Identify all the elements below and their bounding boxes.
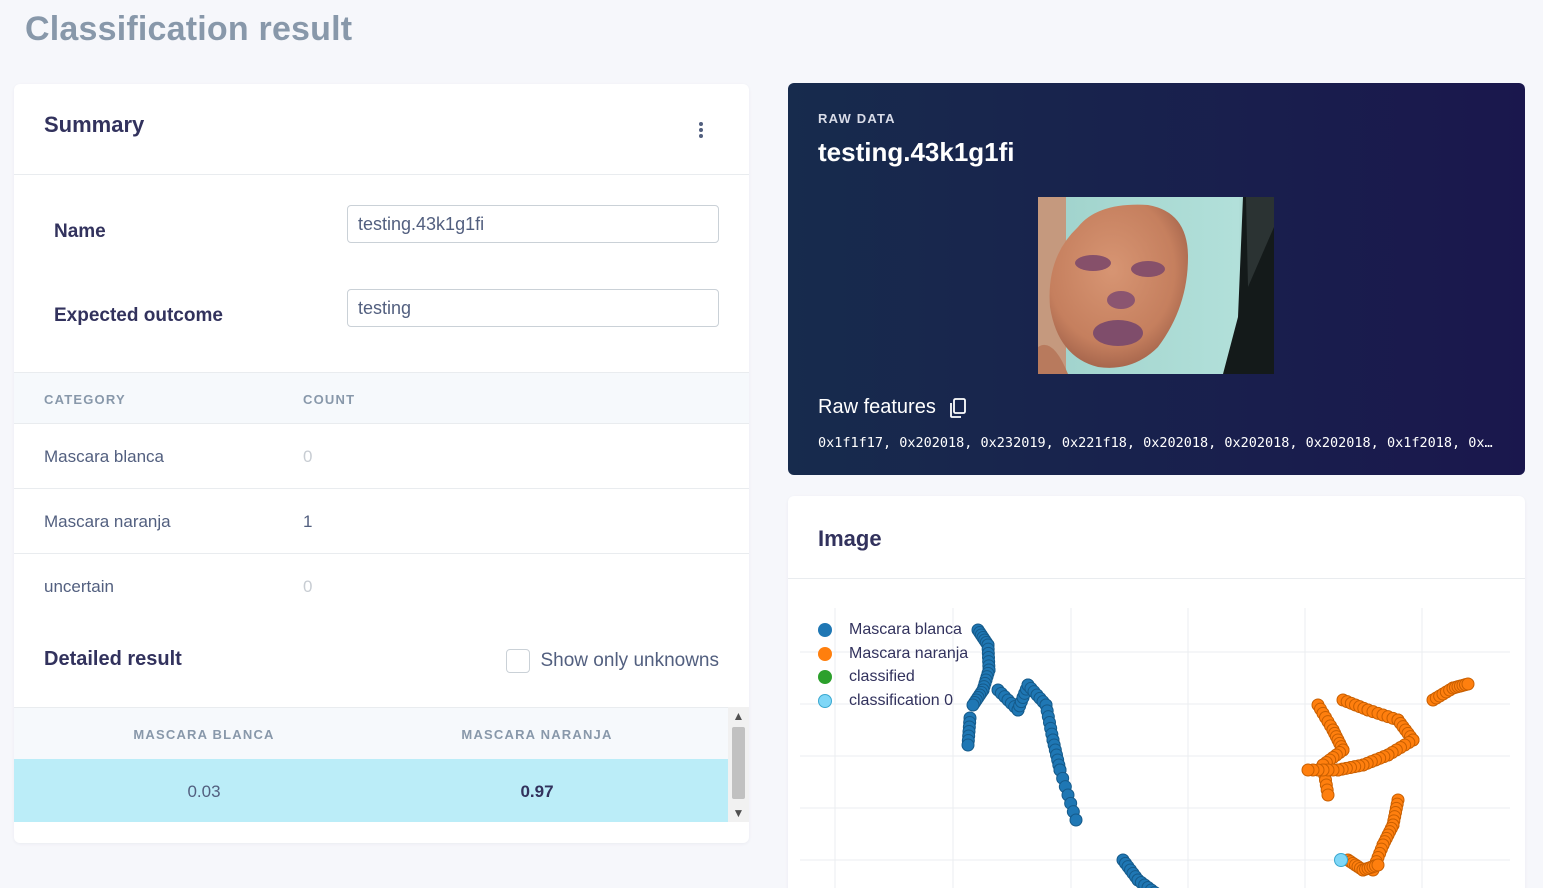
expected-outcome-field[interactable]	[347, 289, 719, 327]
copy-icon[interactable]	[949, 397, 967, 418]
data-point	[1371, 858, 1385, 872]
show-only-unknowns-toggle[interactable]: Show only unknowns	[505, 649, 720, 673]
raw-data-eyebrow: RAW DATA	[818, 111, 896, 126]
raw-features-label-row: Raw features	[818, 396, 967, 419]
legend-dot-icon	[818, 670, 832, 685]
plot-legend: Mascara blanca Mascara naranja classifie…	[818, 618, 968, 713]
legend-dot-icon	[818, 622, 832, 637]
more-options-icon[interactable]	[699, 122, 705, 138]
legend-dot-icon	[818, 646, 832, 661]
table-row: Mascara naranja 1	[14, 489, 749, 554]
table-row[interactable]: 0.03 0.97	[14, 759, 728, 822]
detailed-table-header: MASCARA BLANCA MASCARA NARANJA	[14, 707, 728, 759]
legend-item[interactable]: classified	[818, 665, 968, 689]
count-cell: 0	[303, 447, 313, 466]
data-point	[1461, 677, 1475, 691]
category-cell: uncertain	[44, 577, 114, 596]
data-point	[961, 738, 975, 752]
image-card-title: Image	[818, 526, 882, 551]
raw-data-card: RAW DATA testing.43k1g1fi Raw features 0…	[788, 83, 1525, 475]
scrollbar-thumb[interactable]	[732, 727, 745, 799]
legend-label: Mascara naranja	[849, 644, 969, 662]
show-only-unknowns-label[interactable]: Show only unknowns	[541, 650, 720, 672]
legend-label: classification 0	[849, 691, 954, 709]
category-table-header: CATEGORY COUNT	[14, 372, 749, 424]
legend-item[interactable]: Mascara blanca	[818, 618, 968, 642]
name-label: Name	[54, 221, 106, 242]
expected-outcome-row: Expected outcome	[14, 289, 749, 329]
table-row: Mascara blanca 0	[14, 424, 749, 489]
summary-card: Summary Name Expected outcome CATEGORY C…	[14, 84, 749, 843]
name-field[interactable]	[347, 205, 719, 243]
data-point	[1301, 763, 1315, 777]
scroll-down-icon[interactable]: ▼	[728, 804, 749, 822]
category-cell: Mascara blanca	[44, 447, 165, 466]
detailed-result-title: Detailed result	[44, 648, 182, 670]
detailed-result-table: MASCARA BLANCA MASCARA NARANJA 0.03 0.97	[14, 707, 728, 822]
legend-item[interactable]: Mascara naranja	[818, 642, 968, 666]
data-point	[1069, 813, 1083, 827]
category-table: CATEGORY COUNT Mascara blanca 0 Mascara …	[14, 372, 749, 619]
summary-title: Summary	[44, 112, 145, 137]
legend-item[interactable]: classification 0	[818, 689, 968, 713]
legend-label: Mascara blanca	[849, 620, 962, 638]
data-point	[1321, 788, 1335, 802]
image-card: Image Mascara blanca Mascara naranja cla…	[788, 496, 1525, 888]
summary-header: Summary	[14, 84, 749, 175]
legend-dot-icon	[818, 693, 832, 708]
score-cell-blanca: 0.03	[187, 782, 221, 801]
raw-features-values: 0x1f1f17, 0x202018, 0x232019, 0x221f18, …	[818, 435, 1498, 451]
expected-outcome-label: Expected outcome	[54, 305, 223, 326]
page-title: Classification result	[25, 10, 353, 48]
sample-image	[1038, 197, 1274, 374]
category-cell: Mascara naranja	[44, 512, 171, 531]
count-cell: 0	[303, 577, 313, 596]
raw-data-title: testing.43k1g1fi	[818, 137, 1015, 167]
scrollbar[interactable]: ▲ ▼	[728, 707, 749, 822]
image-card-header: Image	[788, 496, 1525, 579]
column-header-mascara-naranja: MASCARA NARANJA	[461, 727, 613, 742]
scroll-up-icon[interactable]: ▲	[728, 707, 749, 725]
data-point	[966, 698, 980, 712]
detailed-result-header: Detailed result Show only unknowns	[14, 644, 749, 704]
raw-features-label: Raw features	[818, 396, 936, 418]
classified-point	[1334, 853, 1348, 867]
table-row: uncertain 0	[14, 554, 749, 619]
count-cell: 1	[303, 512, 313, 531]
show-only-unknowns-checkbox[interactable]	[505, 649, 530, 673]
score-cell-naranja: 0.97	[520, 782, 554, 801]
legend-label: classified	[849, 668, 915, 686]
column-header-count: COUNT	[303, 392, 356, 407]
name-row: Name	[14, 205, 749, 245]
column-header-category: CATEGORY	[44, 392, 126, 407]
column-header-mascara-blanca: MASCARA BLANCA	[133, 727, 275, 742]
